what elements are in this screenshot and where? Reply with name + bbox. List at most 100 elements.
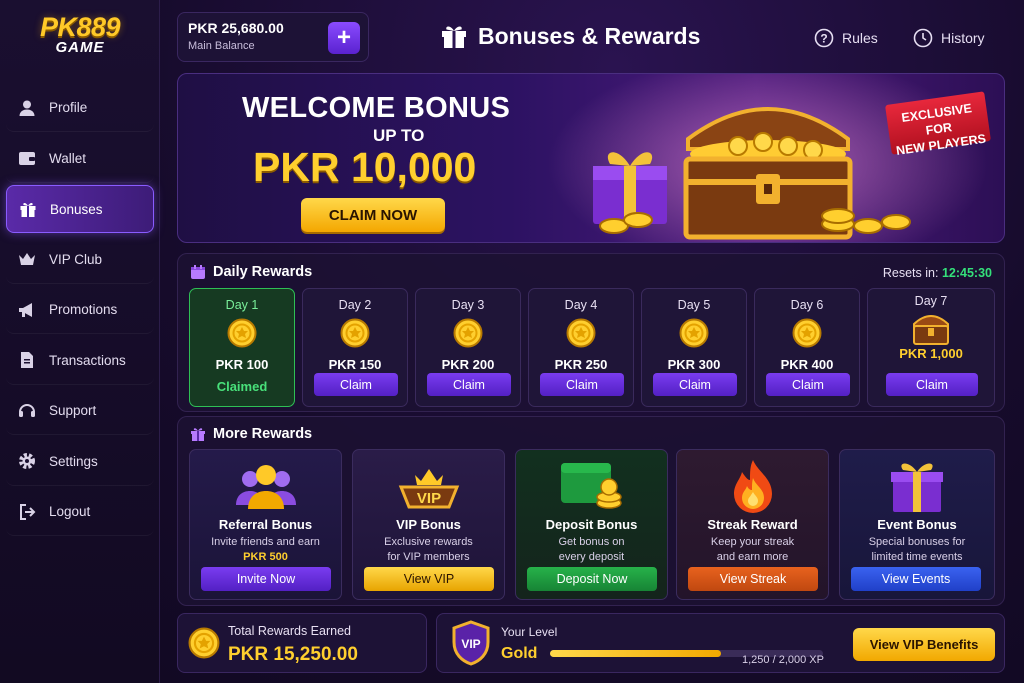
- document-icon: [18, 351, 36, 369]
- view-vip-benefits-button[interactable]: View VIP Benefits: [853, 628, 995, 661]
- view-vip-button[interactable]: View VIP: [364, 567, 494, 591]
- vip-level-card: VIP Your Level Gold 1,250 / 2,000 XP Vie…: [436, 613, 1005, 673]
- history-link[interactable]: History: [913, 28, 985, 48]
- day-amount: PKR 250: [554, 357, 608, 372]
- add-funds-button[interactable]: +: [328, 22, 360, 54]
- claim-now-button[interactable]: CLAIM NOW: [301, 198, 445, 232]
- day-card: Day 1 PKR 100 Claimed: [189, 288, 295, 407]
- sidebar-item-bonuses[interactable]: Bonuses: [6, 185, 154, 233]
- people-icon: [190, 456, 341, 516]
- view-streak-button[interactable]: View Streak: [688, 567, 818, 591]
- claim-button[interactable]: Claim: [886, 373, 978, 396]
- sidebar-item-vip-club[interactable]: VIP Club: [6, 236, 154, 284]
- coin-icon: [453, 318, 483, 348]
- reward-title: Event Bonus: [877, 517, 957, 532]
- rules-link[interactable]: ? Rules: [814, 28, 878, 48]
- level-tier: Gold: [501, 645, 538, 662]
- day-card: Day 3 PKR 200 Claim: [415, 288, 521, 407]
- day-label: Day 6: [790, 298, 824, 312]
- coin-icon: [792, 318, 822, 348]
- history-label: History: [941, 30, 985, 46]
- day-card: Day 4 PKR 250 Claim: [528, 288, 634, 407]
- reward-title: Referral Bonus: [218, 517, 313, 532]
- reward-description: Invite friends and earn PKR 500: [190, 535, 341, 565]
- rules-label: Rules: [842, 30, 878, 46]
- sidebar-item-label: Logout: [49, 504, 91, 519]
- logout-icon: [18, 503, 36, 521]
- page-title: Bonuses & Rewards: [440, 22, 700, 50]
- clock-icon: [913, 28, 933, 48]
- sidebar-item-label: Bonuses: [50, 201, 103, 217]
- sidebar-nav: Profile Wallet Bonuses VIP Club Promotio…: [6, 84, 154, 539]
- day-amount: PKR 150: [328, 357, 382, 372]
- total-rewards-amount: PKR 15,250.00: [228, 644, 358, 665]
- gift-icon: [442, 26, 466, 48]
- sidebar-item-wallet[interactable]: Wallet: [6, 135, 154, 183]
- daily-rewards-title: Daily Rewards: [190, 264, 312, 280]
- sidebar-item-label: Transactions: [49, 352, 126, 368]
- resets-timer: Resets in: 12:45:30: [883, 266, 992, 280]
- claim-button[interactable]: Claim: [314, 373, 398, 396]
- invite-now-button[interactable]: Invite Now: [201, 567, 331, 591]
- reward-card-vip: VIP VIP Bonus Exclusive rewards for VIP m…: [352, 449, 505, 600]
- claim-button[interactable]: Claim: [653, 373, 737, 396]
- logo-subtext: GAME: [55, 39, 105, 56]
- reward-desc-line: for VIP members: [387, 551, 470, 563]
- sidebar-item-label: VIP Club: [49, 251, 103, 267]
- day-label: Day 3: [451, 298, 485, 312]
- reward-desc-line: every deposit: [558, 551, 625, 563]
- sidebar-item-label: Profile: [49, 100, 88, 115]
- reward-card-deposit: Deposit Bonus Get bonus on every deposit …: [515, 449, 668, 600]
- reward-desc-line: Invite friends and earn: [211, 536, 320, 548]
- reward-description: Special bonuses for limited time events: [840, 535, 994, 565]
- vip-badge-text: VIP: [461, 637, 480, 651]
- day-label: Day 7: [914, 294, 948, 308]
- day-amount: PKR 100: [215, 357, 269, 372]
- treasure-chest-icon: [913, 315, 949, 345]
- sidebar-item-transactions[interactable]: Transactions: [6, 337, 154, 385]
- coin-icon: [188, 627, 220, 659]
- day-card: Day 2 PKR 150 Claim: [302, 288, 408, 407]
- deposit-now-button[interactable]: Deposit Now: [527, 567, 657, 591]
- wallet-coins-icon: [516, 456, 667, 516]
- sidebar-item-logout[interactable]: Logout: [6, 488, 154, 536]
- coin-icon: [679, 318, 709, 348]
- reward-desc-line: limited time events: [871, 551, 963, 563]
- view-events-button[interactable]: View Events: [851, 567, 981, 591]
- reward-desc-line: Keep your streak: [710, 536, 795, 548]
- reward-desc-line: Get bonus on: [558, 536, 625, 548]
- vip-crown-icon: VIP: [353, 456, 504, 516]
- reward-title: Streak Reward: [707, 517, 798, 532]
- user-icon: [18, 99, 36, 117]
- page-title-text: Bonuses & Rewards: [478, 22, 701, 49]
- sidebar-item-settings[interactable]: Settings: [6, 438, 154, 486]
- reward-card-event: Event Bonus Special bonuses for limited t…: [839, 449, 995, 600]
- headset-icon: [18, 402, 36, 420]
- sidebar-item-profile[interactable]: Profile: [6, 84, 154, 132]
- day-card: Day 6 PKR 400 Claim: [754, 288, 860, 407]
- more-rewards-title-text: More Rewards: [213, 426, 313, 442]
- your-level-label: Your Level: [501, 625, 558, 639]
- day-label: Day 5: [677, 298, 711, 312]
- svg-text:VIP: VIP: [416, 490, 440, 507]
- brand-logo[interactable]: PK889 GAME: [0, 12, 160, 56]
- xp-progress-text: 1,250 / 2,000 XP: [742, 654, 824, 666]
- claim-button[interactable]: Claim: [766, 373, 850, 396]
- crown-icon: [18, 250, 36, 268]
- more-rewards-panel: More Rewards Referral Bonus Invite frien…: [177, 416, 1005, 606]
- coin-icon: [227, 318, 257, 348]
- sidebar: PK889 GAME Profile Wallet Bonuses VIP Cl…: [0, 0, 160, 683]
- sidebar-item-support[interactable]: Support: [6, 387, 154, 435]
- sidebar-item-promotions[interactable]: Promotions: [6, 286, 154, 334]
- sidebar-item-label: Promotions: [49, 302, 118, 317]
- gift-box-icon: [840, 456, 994, 516]
- svg-text:?: ?: [820, 32, 827, 46]
- day-card: Day 7 PKR 1,000 Claim: [867, 288, 995, 407]
- help-circle-icon: ?: [814, 28, 834, 48]
- coin-stacks: [599, 208, 911, 234]
- vip-shield-icon: VIP: [452, 620, 490, 666]
- banner-subheadline: UP TO: [373, 126, 425, 145]
- claim-button[interactable]: Claim: [540, 373, 624, 396]
- claim-button[interactable]: Claim: [427, 373, 511, 396]
- reward-description: Exclusive rewards for VIP members: [353, 535, 504, 565]
